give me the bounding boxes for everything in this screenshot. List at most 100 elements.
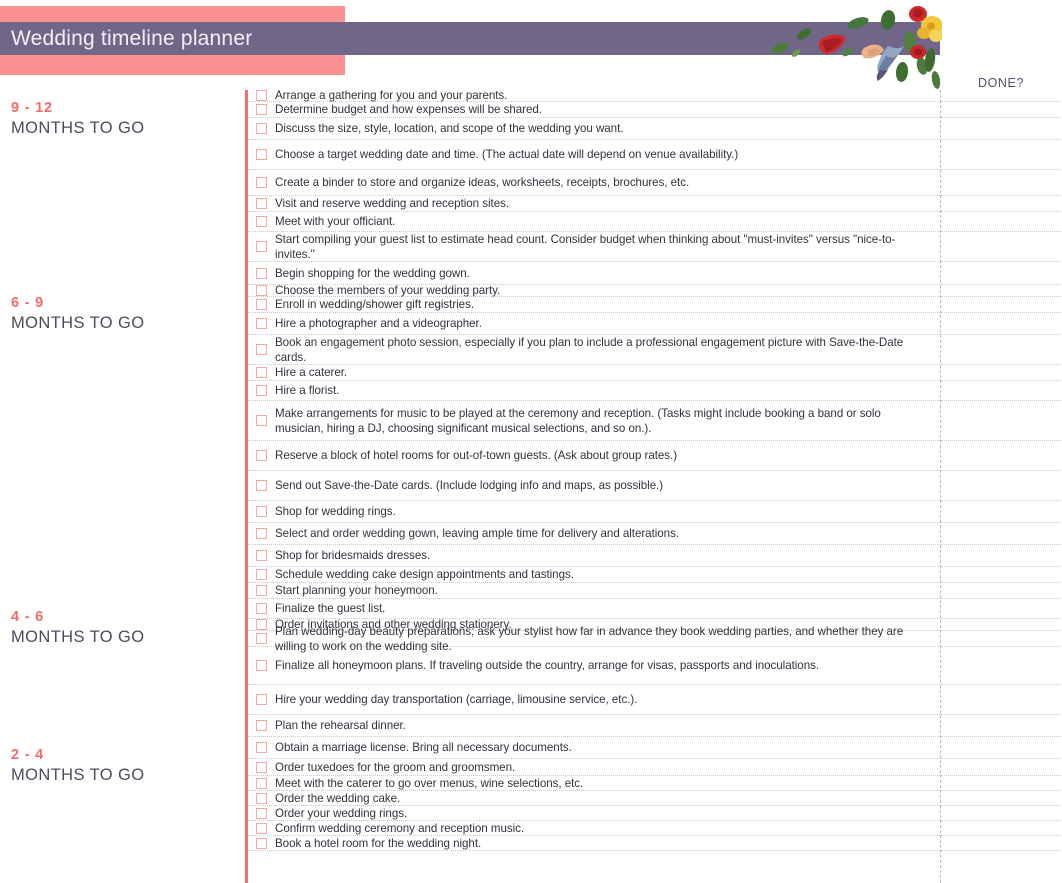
done-cell[interactable]: [941, 471, 1062, 501]
task-row[interactable]: Book a hotel room for the wedding night.: [248, 836, 940, 851]
done-cell[interactable]: [941, 90, 1062, 102]
done-cell[interactable]: [941, 140, 1062, 170]
task-row[interactable]: Confirm wedding ceremony and reception m…: [248, 821, 940, 836]
done-cell[interactable]: [941, 567, 1062, 583]
done-cell[interactable]: [941, 212, 1062, 232]
task-checkbox[interactable]: [256, 480, 267, 491]
task-checkbox[interactable]: [256, 241, 267, 252]
task-checkbox[interactable]: [256, 104, 267, 115]
task-checkbox[interactable]: [256, 344, 267, 355]
task-row[interactable]: Order your wedding rings.: [248, 806, 940, 821]
task-checkbox[interactable]: [256, 777, 267, 789]
task-checkbox[interactable]: [256, 506, 267, 517]
task-row[interactable]: Visit and reserve wedding and reception …: [248, 196, 940, 212]
done-cell[interactable]: [941, 118, 1062, 140]
task-checkbox[interactable]: [256, 822, 267, 834]
task-row[interactable]: Plan the rehearsal dinner.: [248, 715, 940, 737]
done-cell[interactable]: [941, 583, 1062, 599]
done-cell[interactable]: [941, 523, 1062, 545]
task-row[interactable]: Meet with your officiant.: [248, 212, 940, 232]
task-checkbox[interactable]: [256, 198, 267, 209]
task-checkbox[interactable]: [256, 761, 267, 773]
task-row[interactable]: Hire a photographer and a videographer.: [248, 313, 940, 335]
task-checkbox[interactable]: [256, 267, 267, 279]
done-cell[interactable]: [941, 685, 1062, 715]
done-cell[interactable]: [941, 102, 1062, 118]
done-cell[interactable]: [941, 806, 1062, 821]
task-row[interactable]: Start planning your honeymoon.: [248, 583, 940, 599]
task-checkbox[interactable]: [256, 415, 267, 426]
task-checkbox[interactable]: [256, 123, 267, 134]
task-row[interactable]: Shop for wedding rings.: [248, 501, 940, 523]
task-row[interactable]: Determine budget and how expenses will b…: [248, 102, 940, 118]
task-row[interactable]: Order the wedding cake.: [248, 791, 940, 806]
done-cell[interactable]: [941, 599, 1062, 619]
task-row[interactable]: Start compiling your guest list to estim…: [248, 232, 940, 262]
done-cell[interactable]: [941, 545, 1062, 567]
task-row[interactable]: Finalize the guest list.: [248, 599, 940, 619]
task-checkbox[interactable]: [256, 633, 267, 644]
task-row[interactable]: Reserve a block of hotel rooms for out-o…: [248, 441, 940, 471]
task-checkbox[interactable]: [256, 90, 267, 101]
done-cell[interactable]: [941, 365, 1062, 381]
task-row[interactable]: Shop for bridesmaids dresses.: [248, 545, 940, 567]
task-checkbox[interactable]: [256, 385, 267, 396]
done-cell[interactable]: [941, 647, 1062, 685]
task-checkbox[interactable]: [256, 318, 267, 329]
task-row[interactable]: Choose the members of your wedding party…: [248, 284, 940, 297]
task-row[interactable]: Hire your wedding day transportation (ca…: [248, 685, 940, 715]
done-cell[interactable]: [941, 170, 1062, 196]
task-checkbox[interactable]: [256, 569, 267, 580]
task-checkbox[interactable]: [256, 837, 267, 849]
task-row[interactable]: Meet with the caterer to go over menus, …: [248, 776, 940, 791]
task-checkbox[interactable]: [256, 216, 267, 227]
done-cell[interactable]: [941, 836, 1062, 851]
task-checkbox[interactable]: [256, 619, 267, 630]
done-cell[interactable]: [941, 501, 1062, 523]
task-checkbox[interactable]: [256, 807, 267, 819]
done-cell[interactable]: [941, 232, 1062, 262]
task-checkbox[interactable]: [256, 550, 267, 561]
task-checkbox[interactable]: [256, 660, 267, 671]
done-cell[interactable]: [941, 297, 1062, 313]
done-cell[interactable]: [941, 313, 1062, 335]
task-checkbox[interactable]: [256, 694, 267, 705]
done-cell[interactable]: [941, 335, 1062, 365]
task-checkbox[interactable]: [256, 528, 267, 539]
task-checkbox[interactable]: [256, 585, 267, 596]
done-cell[interactable]: [941, 619, 1062, 631]
done-cell[interactable]: [941, 715, 1062, 737]
done-cell[interactable]: [941, 737, 1062, 759]
done-cell[interactable]: [941, 759, 1062, 776]
task-row[interactable]: Discuss the size, style, location, and s…: [248, 118, 940, 140]
done-cell[interactable]: [941, 791, 1062, 806]
done-cell[interactable]: [941, 196, 1062, 212]
task-checkbox[interactable]: [256, 299, 267, 310]
task-checkbox[interactable]: [256, 285, 267, 296]
task-row[interactable]: Make arrangements for music to be played…: [248, 401, 940, 441]
task-checkbox[interactable]: [256, 720, 267, 731]
done-cell[interactable]: [941, 285, 1062, 297]
task-checkbox[interactable]: [256, 177, 267, 188]
task-row[interactable]: Begin shopping for the wedding gown.: [248, 262, 940, 285]
task-row[interactable]: Enroll in wedding/shower gift registries…: [248, 297, 940, 313]
done-cell[interactable]: [941, 776, 1062, 791]
task-checkbox[interactable]: [256, 603, 267, 614]
task-row[interactable]: Choose a target wedding date and time. (…: [248, 140, 940, 170]
task-row[interactable]: Order tuxedoes for the groom and groomsm…: [248, 759, 940, 776]
done-cell[interactable]: [941, 441, 1062, 471]
task-row[interactable]: Arrange a gathering for you and your par…: [248, 89, 940, 102]
task-checkbox[interactable]: [256, 450, 267, 461]
task-checkbox[interactable]: [256, 792, 267, 804]
done-cell[interactable]: [941, 262, 1062, 285]
done-cell[interactable]: [941, 401, 1062, 441]
done-cell[interactable]: [941, 631, 1062, 647]
done-cell[interactable]: [941, 821, 1062, 836]
task-row[interactable]: Schedule wedding cake design appointment…: [248, 567, 940, 583]
task-row[interactable]: Book an engagement photo session, especi…: [248, 335, 940, 365]
task-row[interactable]: Plan wedding-day beauty preparations; as…: [248, 625, 940, 653]
done-cell[interactable]: [941, 381, 1062, 401]
task-checkbox[interactable]: [256, 742, 267, 753]
task-row[interactable]: Send out Save-the-Date cards. (Include l…: [248, 471, 940, 501]
task-row[interactable]: Finalize all honeymoon plans. If traveli…: [248, 647, 940, 685]
